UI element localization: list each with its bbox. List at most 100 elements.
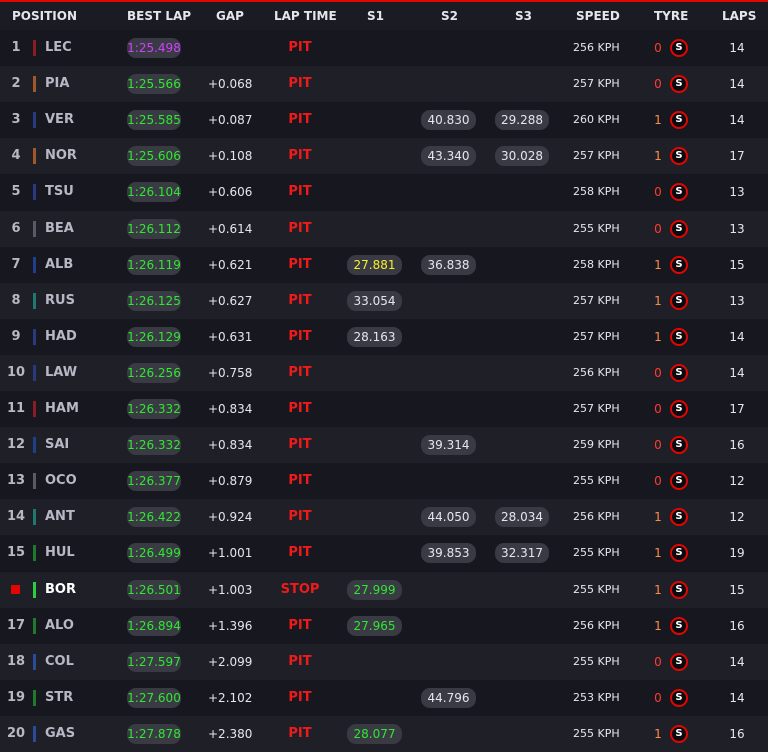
header-s2[interactable]: S2 xyxy=(441,9,458,23)
lap-count: 14 xyxy=(729,366,745,380)
driver-row[interactable]: 15 HUL 1:26.499 +1.001 PIT 39.853 32.317 255 KP… xyxy=(0,535,768,571)
position-number: 13 xyxy=(6,473,26,488)
header-tyre[interactable]: TYRE xyxy=(654,9,688,23)
header-position[interactable]: POSITION xyxy=(12,9,77,23)
driver-code[interactable]: HAM xyxy=(45,391,79,427)
lap-count: 14 xyxy=(729,330,745,344)
sector-2-time: 39.314 xyxy=(421,435,476,455)
lap-count: 14 xyxy=(729,655,745,669)
best-lap-time: 1:25.606 xyxy=(127,146,181,166)
speed-trap: 257 KPH xyxy=(573,149,620,162)
sector-2-time: 40.830 xyxy=(421,110,476,130)
driver-code[interactable]: BEA xyxy=(45,211,74,247)
driver-code[interactable]: VER xyxy=(45,102,74,138)
soft-tyre-icon: S xyxy=(670,508,688,526)
soft-tyre-icon: S xyxy=(670,111,688,129)
driver-row[interactable]: 4 NOR 1:25.606 +0.108 PIT 43.340 30.028 257 KPH… xyxy=(0,138,768,174)
header-lap-time[interactable]: LAP TIME xyxy=(274,9,337,23)
team-color-bar xyxy=(33,545,36,561)
driver-row[interactable]: 1 LEC 1:25.498 PIT 256 KPH 0 S 14 xyxy=(0,30,768,66)
soft-tyre-icon: S xyxy=(670,75,688,93)
driver-code[interactable]: HUL xyxy=(45,535,75,571)
lap-status: PIT xyxy=(288,40,312,55)
sector-3-time: 32.317 xyxy=(495,543,549,563)
gap-to-leader: +1.396 xyxy=(208,619,253,633)
driver-row[interactable]: 17 ALO 1:26.894 +1.396 PIT 27.965 256 KPH 1 S 16 xyxy=(0,608,768,644)
driver-code[interactable]: RUS xyxy=(45,283,75,319)
driver-code[interactable]: OCO xyxy=(45,463,77,499)
speed-trap: 256 KPH xyxy=(573,366,620,379)
driver-code[interactable]: NOR xyxy=(45,138,77,174)
soft-tyre-icon: S xyxy=(670,39,688,57)
driver-row[interactable]: 11 HAM 1:26.332 +0.834 PIT 257 KPH 0 S 17 xyxy=(0,391,768,427)
best-lap-time: 1:26.499 xyxy=(127,543,181,563)
lap-status: PIT xyxy=(288,76,312,91)
driver-row[interactable]: BOR 1:26.501 +1.003 STOP 27.999 255 KPH 1 S 15 xyxy=(0,572,768,608)
driver-row[interactable]: 9 HAD 1:26.129 +0.631 PIT 28.163 257 KPH 1 S 14 xyxy=(0,319,768,355)
driver-code[interactable]: ALO xyxy=(45,608,74,644)
lap-status: PIT xyxy=(288,329,312,344)
lap-count: 15 xyxy=(729,258,745,272)
driver-row[interactable]: 14 ANT 1:26.422 +0.924 PIT 44.050 28.034 256 KP… xyxy=(0,499,768,535)
header-laps[interactable]: LAPS xyxy=(722,9,756,23)
driver-code[interactable]: LAW xyxy=(45,355,77,391)
team-color-bar xyxy=(33,112,36,128)
header-speed[interactable]: SPEED xyxy=(576,9,620,23)
header-best-lap[interactable]: BEST LAP xyxy=(127,9,191,23)
driver-code[interactable]: COL xyxy=(45,644,74,680)
position-number: 5 xyxy=(11,184,21,199)
driver-code[interactable]: ALB xyxy=(45,247,73,283)
speed-trap: 258 KPH xyxy=(573,258,620,271)
header-s1[interactable]: S1 xyxy=(367,9,384,23)
driver-row[interactable]: 8 RUS 1:26.125 +0.627 PIT 33.054 257 KPH 1 S 13 xyxy=(0,283,768,319)
lap-count: 17 xyxy=(729,402,745,416)
driver-code[interactable]: SAI xyxy=(45,427,69,463)
driver-row[interactable]: 7 ALB 1:26.119 +0.621 PIT 27.881 36.838 258 KPH… xyxy=(0,247,768,283)
driver-code[interactable]: PIA xyxy=(45,66,69,102)
position-number: 14 xyxy=(6,509,26,524)
lap-count: 19 xyxy=(729,546,745,560)
lap-status: PIT xyxy=(288,221,312,236)
sector-3-time: 30.028 xyxy=(495,146,549,166)
driver-code[interactable]: ANT xyxy=(45,499,75,535)
driver-code[interactable]: LEC xyxy=(45,30,72,66)
best-lap-time: 1:26.422 xyxy=(127,507,181,527)
driver-code[interactable]: TSU xyxy=(45,174,74,210)
soft-tyre-icon: S xyxy=(670,617,688,635)
driver-row[interactable]: 3 VER 1:25.585 +0.087 PIT 40.830 29.288 260 KPH… xyxy=(0,102,768,138)
tyre-stint-count: 0 xyxy=(654,655,662,669)
driver-row[interactable]: 20 GAS 1:27.878 +2.380 PIT 28.077 255 KPH 1 S 16 xyxy=(0,716,768,752)
driver-code[interactable]: HAD xyxy=(45,319,77,355)
position-number: 2 xyxy=(11,76,21,91)
sector-3-time: 29.288 xyxy=(495,110,549,130)
driver-row[interactable]: 13 OCO 1:26.377 +0.879 PIT 255 KPH 0 S 12 xyxy=(0,463,768,499)
driver-row[interactable]: 19 STR 1:27.600 +2.102 PIT 44.796 253 KPH 0 S 14 xyxy=(0,680,768,716)
gap-to-leader: +0.924 xyxy=(208,510,253,524)
team-color-bar xyxy=(33,76,36,92)
lap-count: 13 xyxy=(729,222,745,236)
tyre-stint-count: 0 xyxy=(654,222,662,236)
driver-code[interactable]: BOR xyxy=(45,572,76,608)
driver-row[interactable]: 10 LAW 1:26.256 +0.758 PIT 256 KPH 0 S 14 xyxy=(0,355,768,391)
gap-to-leader: +0.627 xyxy=(208,294,253,308)
driver-row[interactable]: 12 SAI 1:26.332 +0.834 PIT 39.314 259 KPH 0 S 16 xyxy=(0,427,768,463)
soft-tyre-icon: S xyxy=(670,328,688,346)
tyre-stint-count: 0 xyxy=(654,41,662,55)
driver-row[interactable]: 2 PIA 1:25.566 +0.068 PIT 257 KPH 0 S 14 xyxy=(0,66,768,102)
best-lap-time: 1:26.894 xyxy=(127,616,181,636)
sector-1-time: 28.163 xyxy=(347,327,402,347)
lap-status: PIT xyxy=(288,148,312,163)
header-gap[interactable]: GAP xyxy=(216,9,244,23)
driver-row[interactable]: 5 TSU 1:26.104 +0.606 PIT 258 KPH 0 S 13 xyxy=(0,174,768,210)
position-number: 9 xyxy=(11,329,21,344)
driver-row[interactable]: 6 BEA 1:26.112 +0.614 PIT 255 KPH 0 S 13 xyxy=(0,211,768,247)
lap-status: PIT xyxy=(288,726,312,741)
driver-code[interactable]: GAS xyxy=(45,716,75,752)
tyre-stint-count: 1 xyxy=(654,330,662,344)
team-color-bar xyxy=(33,690,36,706)
position-number: 20 xyxy=(6,726,26,741)
driver-row[interactable]: 18 COL 1:27.597 +2.099 PIT 255 KPH 0 S 14 xyxy=(0,644,768,680)
best-lap-time: 1:27.878 xyxy=(127,724,181,744)
driver-code[interactable]: STR xyxy=(45,680,73,716)
header-s3[interactable]: S3 xyxy=(515,9,532,23)
